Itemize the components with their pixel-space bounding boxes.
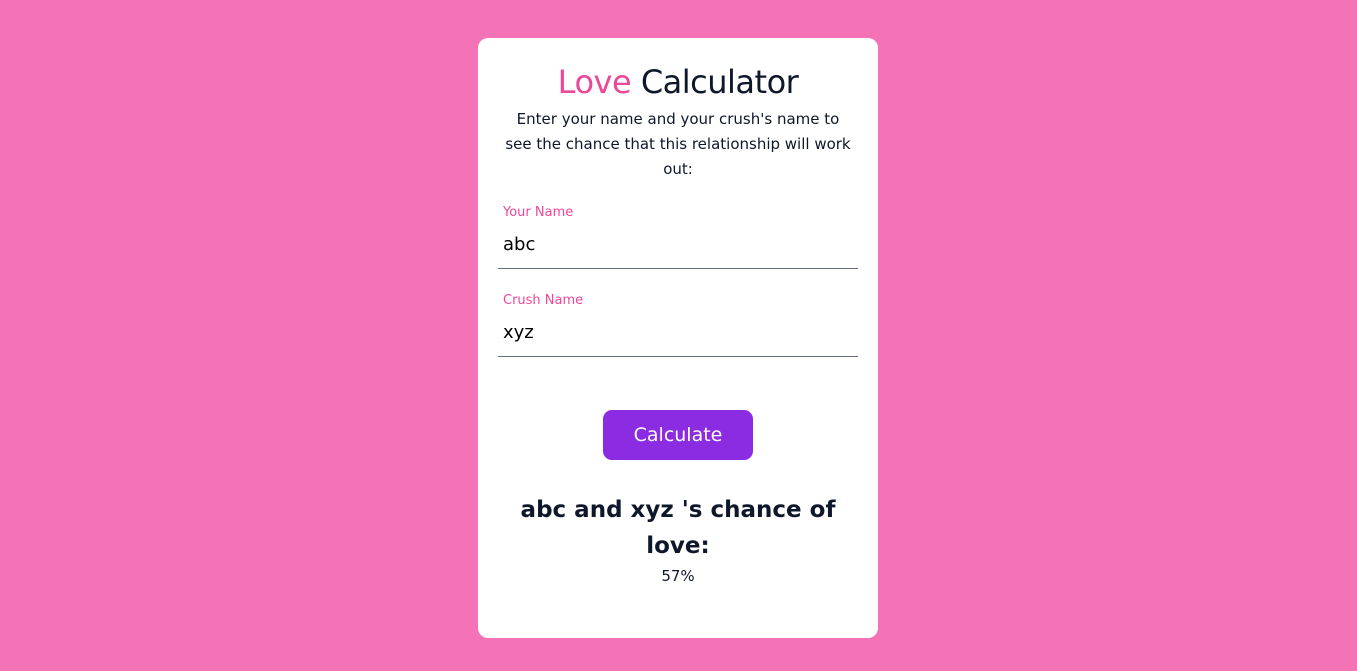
your-name-field: Your Name bbox=[498, 205, 858, 269]
your-name-label: Your Name bbox=[503, 205, 574, 220]
crush-name-field: Crush Name bbox=[498, 293, 858, 357]
love-calculator-card: Love Calculator Enter your name and your… bbox=[478, 38, 878, 638]
title-accent: Love bbox=[557, 63, 632, 101]
page-title: Love Calculator bbox=[478, 62, 878, 102]
your-name-input[interactable] bbox=[498, 221, 858, 269]
result-heading: abc and xyz 's chance of love: bbox=[520, 497, 836, 559]
instructions-text: Enter your name and your crush's name to… bbox=[505, 110, 851, 178]
crush-name-label: Crush Name bbox=[503, 293, 584, 308]
result-percentage: 57% bbox=[661, 567, 695, 585]
calculate-button[interactable]: Calculate bbox=[603, 410, 753, 460]
crush-name-input[interactable] bbox=[498, 309, 858, 357]
title-rest: Calculator bbox=[640, 63, 799, 101]
